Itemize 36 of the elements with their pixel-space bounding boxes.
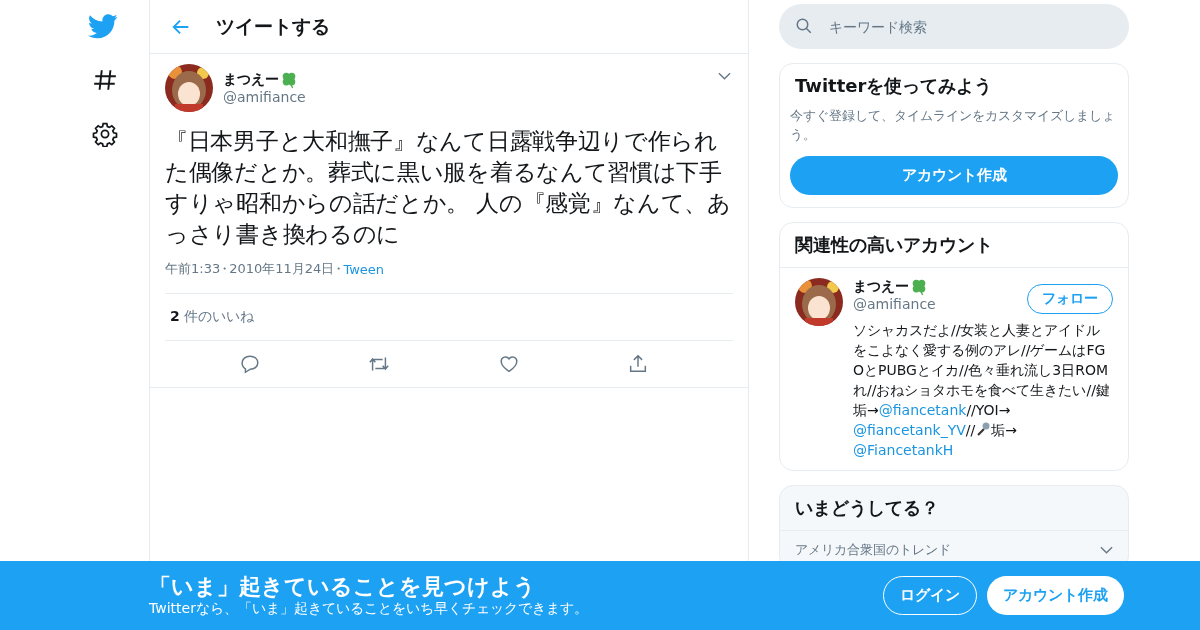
search-field[interactable]: キーワード検索 <box>779 4 1129 49</box>
sign-up-button[interactable]: アカウント作成 <box>790 156 1118 195</box>
card-title: 関連性の高いアカウント <box>780 223 1128 268</box>
caret-icon[interactable] <box>1100 546 1113 554</box>
likes-count[interactable]: 2 <box>170 308 180 326</box>
banner-title: 「いま」起きていることを見つけよう <box>149 573 537 600</box>
sign-up-button[interactable]: アカウント作成 <box>987 576 1124 615</box>
reply-icon[interactable] <box>238 353 261 375</box>
tweet-time[interactable]: 午前1:33 <box>165 260 221 278</box>
user-handle[interactable]: @amifiance <box>223 89 306 105</box>
user-name[interactable]: まつえー <box>223 71 279 89</box>
hashtag-icon[interactable] <box>92 67 118 93</box>
account-name[interactable]: まつえー <box>853 278 909 296</box>
card-title: いまどうしてる？ <box>780 486 1128 531</box>
mention-link[interactable]: @fiancetank_YV <box>853 422 966 438</box>
source-link[interactable]: Tween <box>343 261 385 277</box>
account-bio: ソシャカスだよ//女装と人妻とアイドルをこよなく愛する例のアレ//ゲームはFGOとPUBGとイカ//色々垂れ流し3日ROMれ//おねショタホモを食べて生きたい//鍵垢→@fiancetank//YOI→ @fiancetank_YV// 垢→ @FiancetankH <box>853 321 1111 460</box>
banner-text: Twitterなら、「いま」起きていることをいち早くチェックできます。 <box>149 599 588 618</box>
likes-label[interactable]: 件のいいね <box>183 308 254 326</box>
microphone-icon <box>975 421 992 437</box>
account-handle[interactable]: @amifiance <box>853 296 936 312</box>
tweet-text: 『日本男子と大和撫子』なんて日露戦争辺りで作られた偶像だとか。葬式に黒い服を着るなんて習慣は下手すりゃ昭和からの話だとか。 人の『感覚』なんて、あっさり書き換わるのに <box>165 127 732 249</box>
tweet-date: 2010年11月24日 <box>229 260 335 278</box>
bird-logo-icon[interactable] <box>88 14 118 39</box>
mention-link[interactable]: @FiancetankH <box>853 442 954 458</box>
caret-icon[interactable] <box>718 72 731 80</box>
page-title: ツイートする <box>216 13 330 39</box>
settings-icon[interactable] <box>92 121 118 147</box>
separator: ・ <box>332 260 346 278</box>
card-title: Twitterを使ってみよう <box>794 74 994 98</box>
card-text: 今すぐ登録して、タイムラインをカスタマイズしましょう。 <box>790 107 1116 144</box>
clover-icon <box>280 71 298 89</box>
clover-icon <box>910 278 928 296</box>
follow-button[interactable]: フォロー <box>1027 284 1113 314</box>
trend-location: アメリカ合衆国のトレンド <box>795 541 951 559</box>
mention-link[interactable]: @fiancetank <box>878 402 967 418</box>
